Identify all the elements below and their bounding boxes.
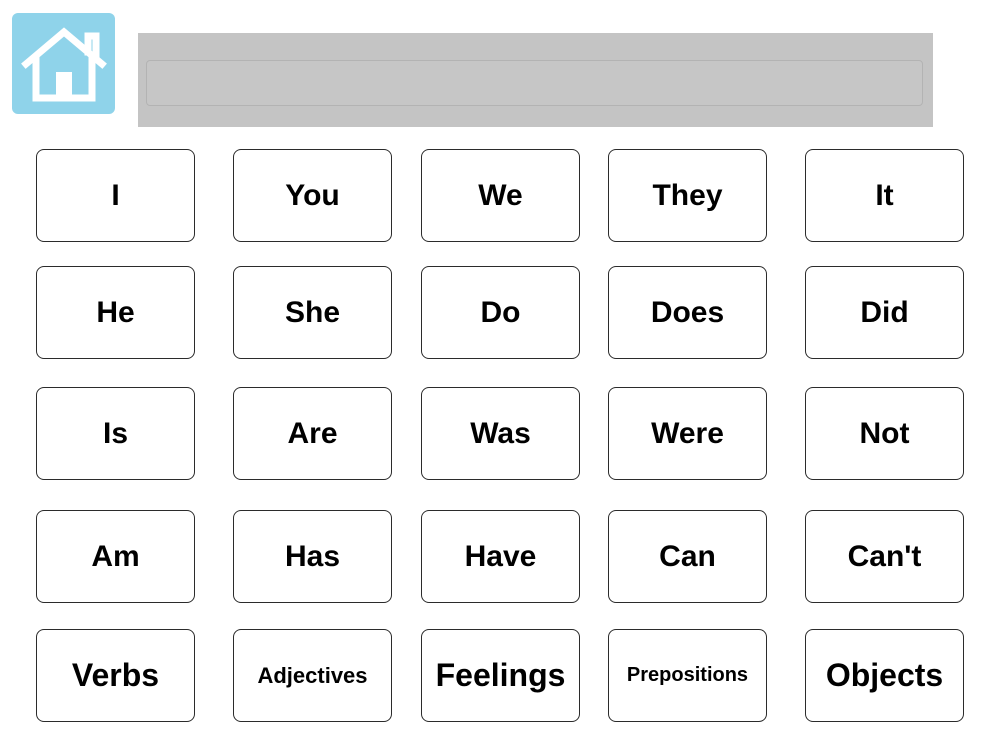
word-button-it[interactable]: It — [805, 149, 964, 242]
word-button-can[interactable]: Can — [608, 510, 767, 603]
home-button[interactable] — [12, 13, 115, 114]
word-label: Can't — [847, 539, 922, 573]
word-button-they[interactable]: They — [608, 149, 767, 242]
word-button-was[interactable]: Was — [421, 387, 580, 480]
word-label: I — [111, 178, 120, 212]
word-label: You — [285, 178, 340, 212]
word-button-has[interactable]: Has — [233, 510, 392, 603]
word-label: Have — [464, 539, 537, 573]
category-button-feelings[interactable]: Feelings — [421, 629, 580, 722]
category-button-verbs[interactable]: Verbs — [36, 629, 195, 722]
category-label: Prepositions — [626, 664, 749, 686]
category-button-objects[interactable]: Objects — [805, 629, 964, 722]
word-label: Can — [659, 539, 716, 573]
word-button-you[interactable]: You — [233, 149, 392, 242]
word-button-did[interactable]: Did — [805, 266, 964, 359]
word-label: It — [875, 178, 894, 212]
word-button-is[interactable]: Is — [36, 387, 195, 480]
word-button-am[interactable]: Am — [36, 510, 195, 603]
word-button-we[interactable]: We — [421, 149, 580, 242]
word-label: Were — [651, 416, 724, 450]
word-button-have[interactable]: Have — [421, 510, 580, 603]
word-button-do[interactable]: Do — [421, 266, 580, 359]
word-button-cant[interactable]: Can't — [805, 510, 964, 603]
category-label: Feelings — [435, 657, 566, 693]
word-label: Are — [287, 416, 338, 450]
word-label: We — [478, 178, 523, 212]
word-label: Do — [480, 295, 521, 329]
word-button-are[interactable]: Are — [233, 387, 392, 480]
word-button-does[interactable]: Does — [608, 266, 767, 359]
word-label: She — [284, 295, 341, 329]
word-button-not[interactable]: Not — [805, 387, 964, 480]
sentence-input[interactable] — [146, 60, 923, 106]
word-label: Has — [284, 539, 341, 573]
word-label: Not — [859, 416, 910, 450]
word-label: Does — [650, 295, 725, 329]
word-label: Is — [102, 416, 129, 450]
category-button-adjectives[interactable]: Adjectives — [233, 629, 392, 722]
word-button-i[interactable]: I — [36, 149, 195, 242]
category-button-prepositions[interactable]: Prepositions — [608, 629, 767, 722]
word-button-he[interactable]: He — [36, 266, 195, 359]
word-button-were[interactable]: Were — [608, 387, 767, 480]
sentence-strip — [138, 33, 933, 127]
aac-board: I You We They It He She Do Does Did Is A… — [0, 0, 1000, 750]
word-button-she[interactable]: She — [233, 266, 392, 359]
word-label: Did — [860, 295, 909, 329]
word-label: Was — [470, 416, 531, 450]
word-label: Am — [91, 539, 140, 573]
category-label: Verbs — [71, 657, 160, 693]
category-label: Objects — [825, 657, 944, 693]
word-label: He — [96, 295, 135, 329]
category-label: Adjectives — [257, 662, 368, 688]
home-icon — [20, 26, 107, 101]
word-label: They — [652, 178, 723, 212]
